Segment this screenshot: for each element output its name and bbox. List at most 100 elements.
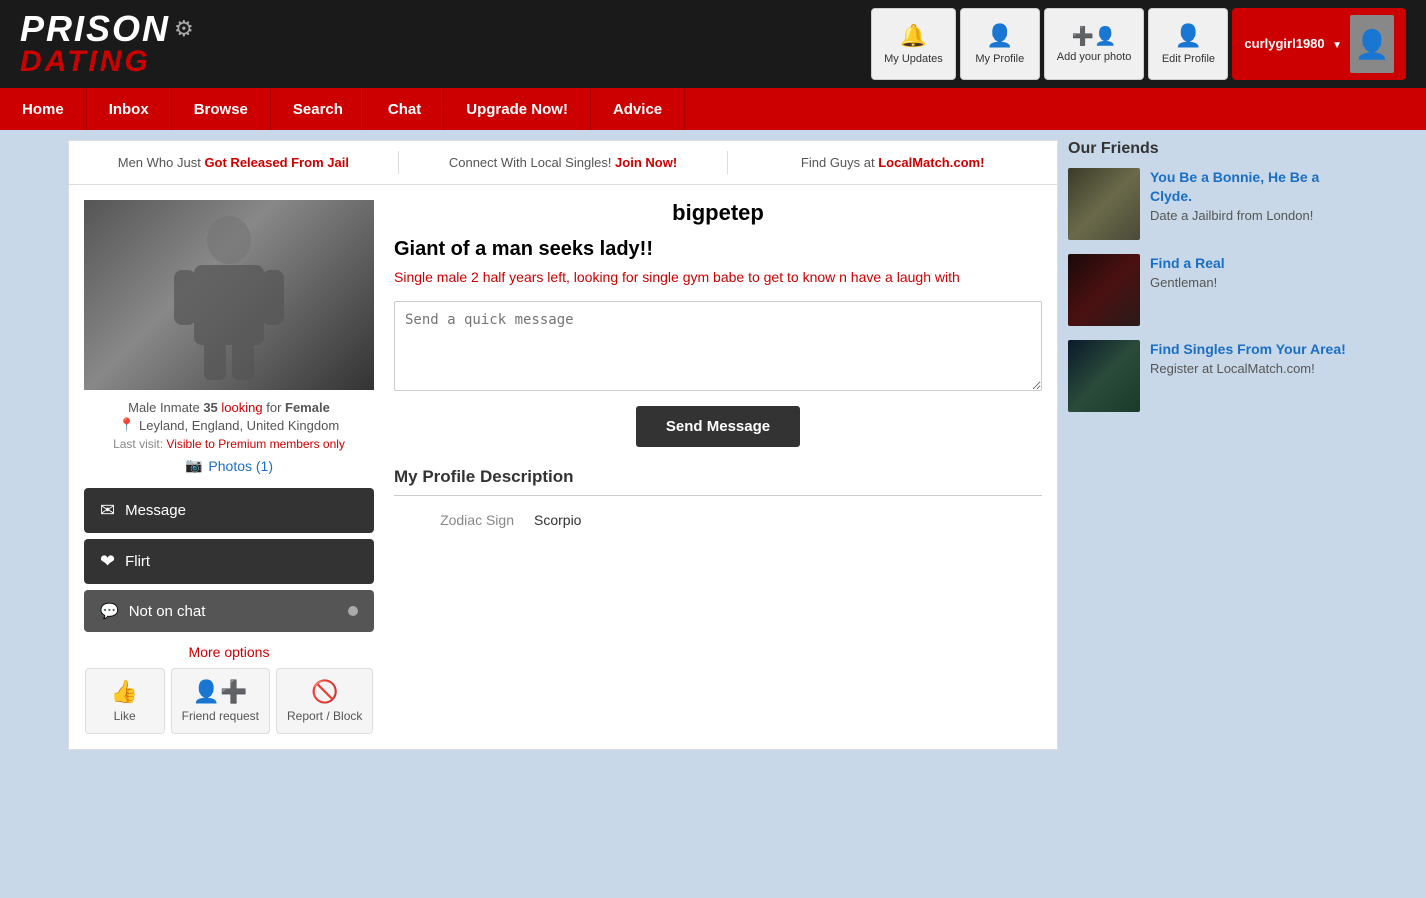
edit-profile-button[interactable]: 👤 Edit Profile [1148,8,1228,80]
more-options-buttons: 👍 Like 👤➕ Friend request 🚫 Report / Bloc… [84,668,374,734]
add-photo-button[interactable]: ➕👤 Add your photo [1044,8,1145,80]
my-profile-button[interactable]: 👤 My Profile [960,8,1040,80]
banner-bar: Men Who Just Got Released From Jail Conn… [69,141,1057,185]
more-options: More options 👍 Like 👤➕ Friend request [84,644,374,734]
report-block-button[interactable]: 🚫 Report / Block [276,668,373,734]
profile-description: Single male 2 half years left, looking f… [394,269,1042,285]
description-section-title: My Profile Description [394,467,1042,496]
message-icon: ✉ [100,500,115,521]
dropdown-arrow-icon: ▼ [1332,40,1342,51]
add-photo-icon: ➕👤 [1072,26,1117,47]
more-options-title: More options [84,644,374,660]
profile-sidebar: Male Inmate 35 looking for Female 📍 Leyl… [84,200,374,734]
friend-card-3: Find Singles From Your Area! Register at… [1068,340,1358,412]
nav-search[interactable]: Search [271,88,366,130]
profile-username: bigpetep [394,200,1042,226]
chat-btn-label: Not on chat [129,603,206,620]
banner-item-2: Connect With Local Singles! Join Now! [399,151,729,174]
right-sidebar: Our Friends You Be a Bonnie, He Be a Cly… [1068,140,1358,750]
like-button[interactable]: 👍 Like [85,668,165,734]
friend-photo-1 [1068,168,1140,240]
banner-text-2: Connect With Local Singles! [449,155,615,170]
zodiac-value: Scorpio [534,512,581,528]
header: PRISON ⚙ DATING 🔔 My Updates 👤 My Profil… [0,0,1426,88]
profile-photo-image [84,200,374,390]
flirt-button[interactable]: ❤ Flirt [84,539,374,584]
profile-content: Male Inmate 35 looking for Female 📍 Leyl… [69,185,1057,749]
main-wrapper: Men Who Just Got Released From Jail Conn… [58,130,1368,760]
flirt-icon: ❤ [100,551,115,572]
photos-link[interactable]: 📷 Photos (1) [84,457,374,474]
profile-photo [84,200,374,390]
friend-desc-2: Gentleman! [1150,275,1358,290]
friend-desc-1: Date a Jailbird from London! [1150,208,1358,223]
profile-info-gender: Male Inmate 35 looking for Female [84,400,374,415]
logo-prison: PRISON [20,11,170,47]
user-menu-button[interactable]: curlygirl1980 ▼ 👤 [1232,8,1406,80]
logo-handcuffs-icon: ⚙ [174,18,194,40]
like-icon: 👍 [111,679,138,705]
banner-link-1[interactable]: Got Released From Jail [204,155,349,170]
banner-item-1: Men Who Just Got Released From Jail [69,151,399,174]
friend-desc-3: Register at LocalMatch.com! [1150,361,1358,376]
report-icon: 🚫 [311,679,338,705]
logo: PRISON ⚙ DATING [20,11,194,77]
add-photo-label: Add your photo [1057,51,1132,63]
profile-tagline: Giant of a man seeks lady!! [394,238,1042,261]
edit-profile-icon: 👤 [1175,23,1202,49]
nav-browse[interactable]: Browse [172,88,271,130]
message-button[interactable]: ✉ Message [84,488,374,533]
location-pin-icon: 📍 [119,417,135,433]
banner-text-1: Men Who Just [118,155,205,170]
friend-info-2: Find a Real Gentleman! [1150,254,1358,290]
friend-photo-3 [1068,340,1140,412]
friend-name-3[interactable]: Find Singles From Your Area! [1150,341,1346,357]
nav-home[interactable]: Home [0,88,87,130]
nav-chat[interactable]: Chat [366,88,444,130]
username-label: curlygirl1980 [1244,36,1324,51]
page-background: Men Who Just Got Released From Jail Conn… [0,130,1426,780]
profile-last-visit: Last visit: Visible to Premium members o… [84,437,374,451]
location-text: Leyland, England, United Kingdom [139,418,339,433]
chat-status-dot [348,606,358,616]
my-updates-button[interactable]: 🔔 My Updates [871,8,956,80]
profile-info: Male Inmate 35 looking for Female 📍 Leyl… [84,390,374,488]
logo-dating: DATING [20,47,194,77]
friend-card-1: You Be a Bonnie, He Be a Clyde. Date a J… [1068,168,1358,240]
quick-message-input[interactable] [394,301,1042,391]
nav-inbox[interactable]: Inbox [87,88,172,130]
nav-upgrade[interactable]: Upgrade Now! [444,88,591,130]
send-message-button[interactable]: Send Message [636,406,800,447]
profile-icon: 👤 [986,23,1013,49]
profile-location: 📍 Leyland, England, United Kingdom [84,417,374,433]
friend-request-button[interactable]: 👤➕ Friend request [171,668,270,734]
last-visit-link[interactable]: Visible to Premium members only [166,437,345,451]
photos-label: Photos (1) [208,458,273,474]
header-right: 🔔 My Updates 👤 My Profile ➕👤 Add your ph… [871,8,1406,80]
zodiac-label: Zodiac Sign [394,512,514,528]
banner-text-3: Find Guys at [801,155,878,170]
nav-advice[interactable]: Advice [591,88,685,130]
friend-request-label: Friend request [182,709,259,723]
friend-photo-bg-1 [1068,168,1140,240]
chat-status-button[interactable]: 💬 Not on chat [84,590,374,632]
camera-icon: 📷 [185,457,202,474]
chat-icon: 💬 [100,602,119,620]
navbar: Home Inbox Browse Search Chat Upgrade No… [0,88,1426,130]
friend-photo-bg-3 [1068,340,1140,412]
like-label: Like [114,709,136,723]
friend-name-1[interactable]: You Be a Bonnie, He Be a Clyde. [1150,169,1319,204]
friend-info-1: You Be a Bonnie, He Be a Clyde. Date a J… [1150,168,1358,223]
profile-description-section: My Profile Description Zodiac Sign Scorp… [394,467,1042,532]
friend-photo-bg-2 [1068,254,1140,326]
flirt-btn-label: Flirt [125,553,150,570]
report-label: Report / Block [287,709,362,723]
friend-name-2[interactable]: Find a Real [1150,255,1225,271]
message-btn-label: Message [125,502,186,519]
banner-item-3: Find Guys at LocalMatch.com! [728,151,1057,174]
banner-link-2[interactable]: Join Now! [615,155,677,170]
avatar: 👤 [1350,15,1394,73]
my-profile-label: My Profile [975,53,1024,65]
banner-link-3[interactable]: LocalMatch.com! [878,155,984,170]
zodiac-row: Zodiac Sign Scorpio [394,508,1042,532]
